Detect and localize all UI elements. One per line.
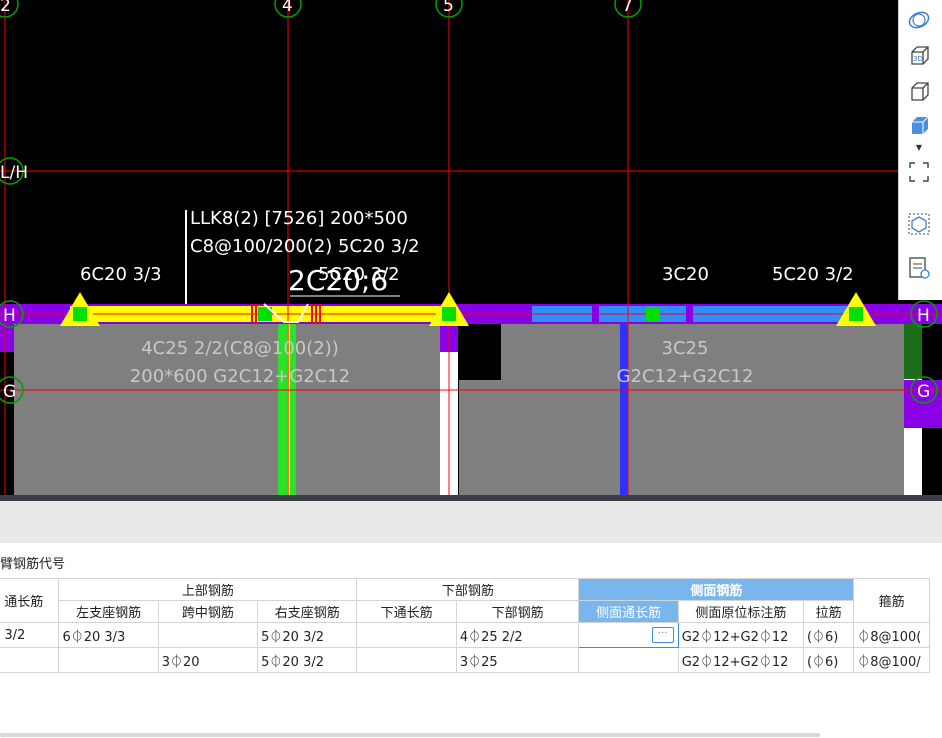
col-header-through[interactable]: 通长筋 xyxy=(0,578,60,623)
col-header-side-inplace[interactable]: 侧面原位标注筋 xyxy=(677,600,804,623)
span2-bottom-label-1[interactable]: 3C25 xyxy=(662,338,709,359)
table-cell[interactable]: ⏀8@100( xyxy=(853,622,930,648)
table-cell[interactable] xyxy=(157,622,259,648)
table-cell[interactable] xyxy=(356,647,457,673)
table-cell[interactable] xyxy=(356,622,457,648)
table-row[interactable]: 0 3/2 6⏀20 3/3 5⏀20 3/2 4⏀25 2/2 ··· G2⏀… xyxy=(0,622,930,648)
table-cell[interactable] xyxy=(0,647,60,673)
col-header-left-support[interactable]: 左支座钢筋 xyxy=(58,600,159,623)
grip-5[interactable] xyxy=(849,307,863,321)
axis-label-5: 5 xyxy=(443,0,454,16)
opening-block xyxy=(459,324,501,380)
axis-label-h-left: H xyxy=(3,306,16,326)
table-cell[interactable]: 6⏀20 3/3 xyxy=(58,622,159,648)
dynamic-observe-icon[interactable] xyxy=(905,6,933,34)
table-cell[interactable]: 5⏀20 3/2 xyxy=(257,647,358,673)
component-display-icon[interactable] xyxy=(905,210,933,238)
collective-label-line1[interactable]: LLK8(2) [7526] 200*500 xyxy=(190,208,408,229)
collective-label-line2[interactable]: C8@100/200(2) 5C20 3/2 xyxy=(190,236,420,257)
span2-top-right-label[interactable]: 5C20 3/2 xyxy=(772,264,854,285)
col-header-right-support[interactable]: 右支座钢筋 xyxy=(257,600,358,623)
table-cell[interactable]: ⏀8@100/ xyxy=(853,647,930,673)
table-row[interactable]: 3⏀20 5⏀20 3/2 3⏀25 G2⏀12+G2⏀12 (⏀6) ⏀8@1… xyxy=(0,647,930,673)
svg-text:3D: 3D xyxy=(913,55,923,63)
drawing-viewport[interactable]: 2 4 5 7 L/H H G H G LLK8(2) [7526] 200*5… xyxy=(0,0,942,495)
table-cell[interactable]: G2⏀12+G2⏀12 xyxy=(677,622,804,648)
span2-top-mid-label[interactable]: 3C20 xyxy=(662,264,709,285)
view-toolbar: 3D ▼ xyxy=(898,0,942,300)
table-cell[interactable]: 4⏀25 2/2 xyxy=(455,622,580,648)
table-cell[interactable] xyxy=(578,647,679,673)
col-header-bottom-rebar[interactable]: 下部钢筋 xyxy=(455,600,580,623)
shaded-cube-icon[interactable] xyxy=(905,112,933,140)
table-cell[interactable]: 0 3/2 xyxy=(0,622,60,648)
table-cell[interactable] xyxy=(58,647,159,673)
fullscreen-icon[interactable] xyxy=(905,158,933,186)
table-cell[interactable]: 5⏀20 3/2 xyxy=(257,622,358,648)
grid-title: 臂钢筋代号 xyxy=(0,557,66,572)
cube-view-icon[interactable] xyxy=(905,78,933,106)
3d-view-icon[interactable]: 3D xyxy=(905,42,933,70)
axis-label-g-right: G xyxy=(917,382,930,402)
group-header-stirrup[interactable]: 箍筋 xyxy=(853,578,930,623)
group-header-bottom: 下部钢筋 xyxy=(356,578,580,601)
col-header-side-through[interactable]: 侧面通长筋 xyxy=(578,600,679,623)
column-right-cap xyxy=(904,324,922,379)
span1-top-left-label[interactable]: 6C20 3/3 xyxy=(80,264,162,285)
drawing-canvas[interactable]: 2 4 5 7 L/H H G H G LLK8(2) [7526] 200*5… xyxy=(0,0,942,495)
col-header-midspan[interactable]: 跨中钢筋 xyxy=(157,600,259,623)
group-header-top: 上部钢筋 xyxy=(58,578,358,601)
attribute-icon[interactable] xyxy=(905,254,933,282)
rebar-table[interactable]: 通长筋 上部钢筋 下部钢筋 侧面钢筋 箍筋 左支座钢筋 跨中钢筋 右支座钢筋 下… xyxy=(0,578,930,673)
col-header-bottom-through[interactable]: 下通长筋 xyxy=(356,600,457,623)
table-cell[interactable]: G2⏀12+G2⏀12 xyxy=(677,647,804,673)
table-cell[interactable]: (⏀6) xyxy=(802,647,855,673)
rebar-grid-panel: 臂钢筋代号 通长筋 上部钢筋 下部钢筋 侧面钢筋 箍筋 左支座钢筋 跨中钢筋 右… xyxy=(0,543,942,738)
axis-label-lh: L/H xyxy=(0,163,28,183)
span1-overlay-label[interactable]: 2C20;6 xyxy=(288,264,388,297)
span1-bottom-label-1[interactable]: 4C25 2/2(C8@100(2)) xyxy=(141,338,339,359)
horizontal-scrollbar[interactable] xyxy=(0,733,820,737)
column-left-purple xyxy=(0,324,14,352)
axis-label-4: 4 xyxy=(282,0,293,16)
grip-4[interactable] xyxy=(646,307,660,321)
table-cell[interactable]: 3⏀25 xyxy=(455,647,580,673)
table-cell[interactable]: 3⏀20 xyxy=(157,647,259,673)
view-dropdown-icon[interactable]: ▼ xyxy=(913,143,925,153)
axis-label-g-left: G xyxy=(3,382,16,402)
axis-label-2: 2 xyxy=(0,0,11,16)
grip-3[interactable] xyxy=(442,307,456,321)
col-header-tie[interactable]: 拉筋 xyxy=(802,600,855,623)
table-cell[interactable]: (⏀6) xyxy=(802,622,855,648)
active-edit-cell[interactable]: ··· xyxy=(578,622,679,648)
ellipsis-button[interactable]: ··· xyxy=(651,627,674,643)
span2-bottom-label-2[interactable]: G2C12+G2C12 xyxy=(617,366,754,387)
grip-1[interactable] xyxy=(73,307,87,321)
panel-header-strip xyxy=(0,501,942,544)
column-blue xyxy=(620,324,628,495)
span1-bottom-label-2[interactable]: 200*600 G2C12+G2C12 xyxy=(130,366,350,387)
group-header-side: 侧面钢筋 xyxy=(578,578,855,601)
axis-label-7: 7 xyxy=(622,0,633,16)
axis-label-h-right: H xyxy=(917,306,930,326)
